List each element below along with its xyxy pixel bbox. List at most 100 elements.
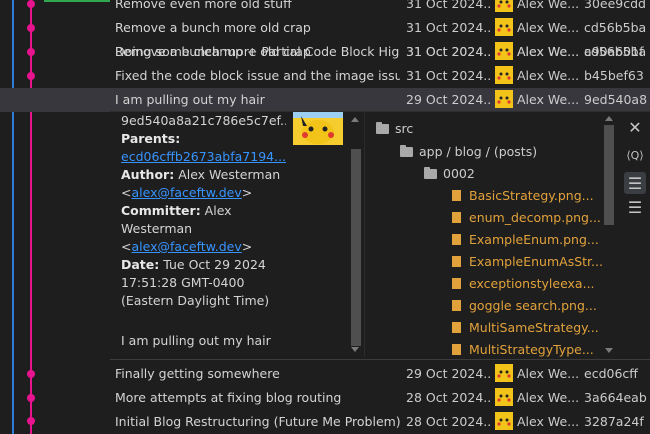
tree-file[interactable]: MultiStrategyType... <box>452 339 594 357</box>
commit-author: Alex We... <box>495 64 583 88</box>
commit-hash: b45bef63 <box>584 68 644 83</box>
commit-row[interactable]: Finally getting somewhere 29 Oct 2024...… <box>0 362 650 386</box>
committer-label: Committer: <box>121 203 201 218</box>
scroll-up-arrow-icon[interactable] <box>605 116 613 121</box>
tree-file[interactable]: ExampleEnumAsStr... <box>452 251 602 273</box>
commit-author: Alex We... <box>495 40 583 64</box>
tree-file-label: MultiStrategyType... <box>469 342 594 357</box>
list-view-button[interactable]: ☰ <box>624 196 646 218</box>
commit-date: 28 Oct 2024... <box>406 390 492 405</box>
tree-file[interactable]: ExampleEnum.png... <box>452 229 599 251</box>
commit-date-line1: Tue Oct 29 2024 <box>163 257 266 272</box>
parent-hash-link[interactable]: ecd06cffb2673abfa7194... <box>121 149 286 164</box>
commit-row[interactable]: Doing some cleanup + Partial Code Block … <box>0 40 650 64</box>
pikachu-avatar-icon <box>495 0 513 12</box>
pikachu-avatar-icon <box>495 364 513 382</box>
commit-message: Finally getting somewhere <box>115 366 280 381</box>
tree-file-label: enum_decomp.png... <box>469 210 601 225</box>
commit-author-name: Alex We... <box>517 0 580 11</box>
close-details-button[interactable]: ✕ <box>624 116 646 138</box>
panel-divider[interactable] <box>364 112 365 357</box>
commit-author: Alex We... <box>495 362 583 386</box>
open-in-view-button[interactable]: ⟨Q⟩ <box>624 144 646 166</box>
pikachu-avatar-icon <box>495 90 513 108</box>
pikachu-avatar-icon <box>495 18 513 36</box>
commit-author-name: Alex We... <box>517 414 580 429</box>
commit-author: Alex We... <box>495 386 583 410</box>
tree-view-icon: ☰ <box>627 173 643 193</box>
commit-date: 29 Oct 2024... <box>406 92 492 107</box>
close-icon: ✕ <box>628 117 642 137</box>
commit-hash: 30ee9cdd <box>584 0 646 11</box>
tree-folder-0002[interactable]: 0002 <box>424 163 475 185</box>
image-file-icon <box>452 256 461 267</box>
scroll-down-arrow-icon[interactable] <box>351 347 359 352</box>
commit-message: Fixed the code block issue and the image… <box>115 68 400 83</box>
commit-message: Initial Blog Restructuring (Future Me Pr… <box>115 414 400 429</box>
commit-date-line3: (Eastern Daylight Time) <box>121 293 270 308</box>
tree-file[interactable]: exceptionstyleexa... <box>452 273 595 295</box>
commit-hash: 3287a24f <box>584 414 644 429</box>
tree-folder-src[interactable]: src <box>376 118 413 140</box>
committer-email-link[interactable]: alex@faceftw.dev <box>131 239 241 254</box>
commit-author-name: Alex We... <box>517 20 580 35</box>
tree-file-label: ExampleEnumAsStr... <box>469 254 602 269</box>
commit-row-selected[interactable]: I am pulling out my hair 29 Oct 2024... … <box>0 88 650 112</box>
commit-date: 28 Oct 2024... <box>406 414 492 429</box>
commit-hash: 3a664eab <box>584 390 647 405</box>
commit-full-message: I am pulling out my hair <box>121 333 271 348</box>
scroll-up-arrow-icon[interactable] <box>351 117 359 122</box>
tree-view-button[interactable]: ☰ <box>624 172 646 194</box>
pikachu-avatar-icon <box>495 66 513 84</box>
tree-file[interactable]: goggle search.png... <box>452 295 597 317</box>
pikachu-avatar-icon <box>495 412 513 430</box>
folder-icon <box>424 167 437 179</box>
commit-author: Alex We... <box>495 16 583 40</box>
scrollbar-thumb[interactable] <box>604 125 614 225</box>
commit-row[interactable]: Remove even more old stuff 31 Oct 2024..… <box>0 0 650 16</box>
author-email-link[interactable]: alex@faceftw.dev <box>131 185 241 200</box>
commit-date: 29 Oct 2024... <box>406 366 492 381</box>
image-file-icon <box>452 278 461 289</box>
full-commit-hash[interactable]: 9ed540a8a21c786e5c7ef... <box>121 112 286 130</box>
open-in-view-icon: ⟨Q⟩ <box>626 148 644 162</box>
commit-message: I am pulling out my hair <box>115 92 265 107</box>
commit-row[interactable]: Fixed the code block issue and the image… <box>0 64 650 88</box>
pikachu-avatar-icon <box>293 112 343 145</box>
commit-row[interactable]: Initial Blog Restructuring (Future Me Pr… <box>0 410 650 434</box>
folder-icon <box>400 145 413 157</box>
scrollbar-thumb[interactable] <box>351 149 361 346</box>
tree-folder-label: 0002 <box>443 166 475 181</box>
details-scrollbar[interactable] <box>348 112 364 357</box>
files-scrollbar[interactable] <box>602 112 616 357</box>
tree-file-label: BasicStrategy.png... <box>469 188 594 203</box>
parents-label: Parents: <box>121 131 181 146</box>
image-file-icon <box>452 322 461 333</box>
commit-author: Alex We... <box>495 410 583 434</box>
tree-file-label: exceptionstyleexa... <box>469 276 595 291</box>
commit-date-line2: 17:51:28 GMT-0400 <box>121 275 245 290</box>
changed-files-tree: src app / blog / (posts) 0002 BasicStrat… <box>366 112 602 357</box>
image-file-icon <box>452 212 461 223</box>
tree-file-label: MultiSameStrategy... <box>469 320 599 335</box>
commit-row[interactable]: Remove a bunch more old crap 31 Oct 2024… <box>0 16 650 40</box>
tree-file-label: ExampleEnum.png... <box>469 232 599 247</box>
folder-icon <box>376 122 389 134</box>
commit-author-name: Alex We... <box>517 68 580 83</box>
tree-file[interactable]: BasicStrategy.png... <box>452 185 594 207</box>
tree-file[interactable]: enum_decomp.png... <box>452 207 601 229</box>
tree-folder-path[interactable]: app / blog / (posts) <box>400 141 537 163</box>
list-view-icon: ☰ <box>627 197 643 217</box>
commit-info: 9ed540a8a21c786e5c7ef... Parents: ecd06c… <box>121 112 347 357</box>
image-file-icon <box>452 234 461 245</box>
details-actions: ✕ ⟨Q⟩ ☰ ☰ <box>620 112 650 357</box>
commit-message: More attempts at fixing blog routing <box>115 390 342 405</box>
scroll-down-arrow-icon[interactable] <box>605 348 613 353</box>
image-file-icon <box>452 300 461 311</box>
tree-file-label: goggle search.png... <box>469 298 597 313</box>
commit-message: Remove even more old stuff <box>115 0 292 11</box>
commit-author-name: Alex We... <box>517 92 580 107</box>
tree-file[interactable]: MultiSameStrategy... <box>452 317 599 339</box>
commit-author-name: Alex We... <box>517 44 580 59</box>
commit-row[interactable]: More attempts at fixing blog routing 28 … <box>0 386 650 410</box>
